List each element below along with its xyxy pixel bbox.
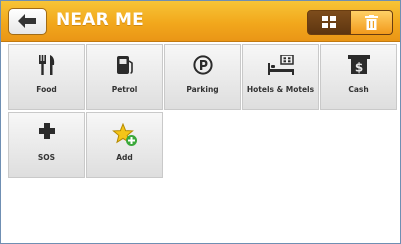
tile-label: Add — [116, 153, 133, 162]
grid-icon — [322, 16, 336, 28]
tile-cash[interactable]: $ Cash — [320, 44, 397, 110]
page-title: NEAR ME — [56, 10, 144, 30]
tile-parking[interactable]: Parking — [164, 44, 241, 110]
star-plus-icon — [111, 122, 137, 146]
delete-button[interactable] — [350, 11, 392, 34]
view-toggle — [307, 10, 393, 35]
parking-icon — [192, 55, 213, 75]
bed-icon — [267, 54, 294, 75]
tile-label: Food — [36, 85, 57, 94]
trash-icon — [365, 15, 378, 30]
tile-label: Petrol — [111, 85, 138, 94]
tile-petrol[interactable]: Petrol — [86, 44, 163, 110]
atm-icon: $ — [347, 55, 370, 75]
tile-add[interactable]: Add — [86, 112, 163, 178]
tile-food[interactable]: Food — [8, 44, 85, 110]
cross-icon — [38, 123, 55, 139]
near-me-screen: NEAR ME Food Petrol Parking Hotels & Mot… — [0, 0, 401, 244]
svg-text:$: $ — [354, 61, 362, 75]
tile-label: Cash — [348, 85, 369, 94]
tile-label: SOS — [37, 153, 56, 162]
back-button[interactable] — [8, 8, 47, 35]
tile-sos[interactable]: SOS — [8, 112, 85, 178]
grid-view-button[interactable] — [308, 11, 350, 34]
fuel-pump-icon — [116, 56, 133, 74]
tile-hotels[interactable]: Hotels & Motels — [242, 44, 319, 110]
tile-label: Parking — [186, 85, 219, 94]
left-arrow-icon — [18, 14, 36, 28]
fork-knife-icon — [38, 55, 54, 75]
tile-label: Hotels & Motels — [246, 85, 315, 94]
header-bar: NEAR ME — [1, 1, 400, 42]
